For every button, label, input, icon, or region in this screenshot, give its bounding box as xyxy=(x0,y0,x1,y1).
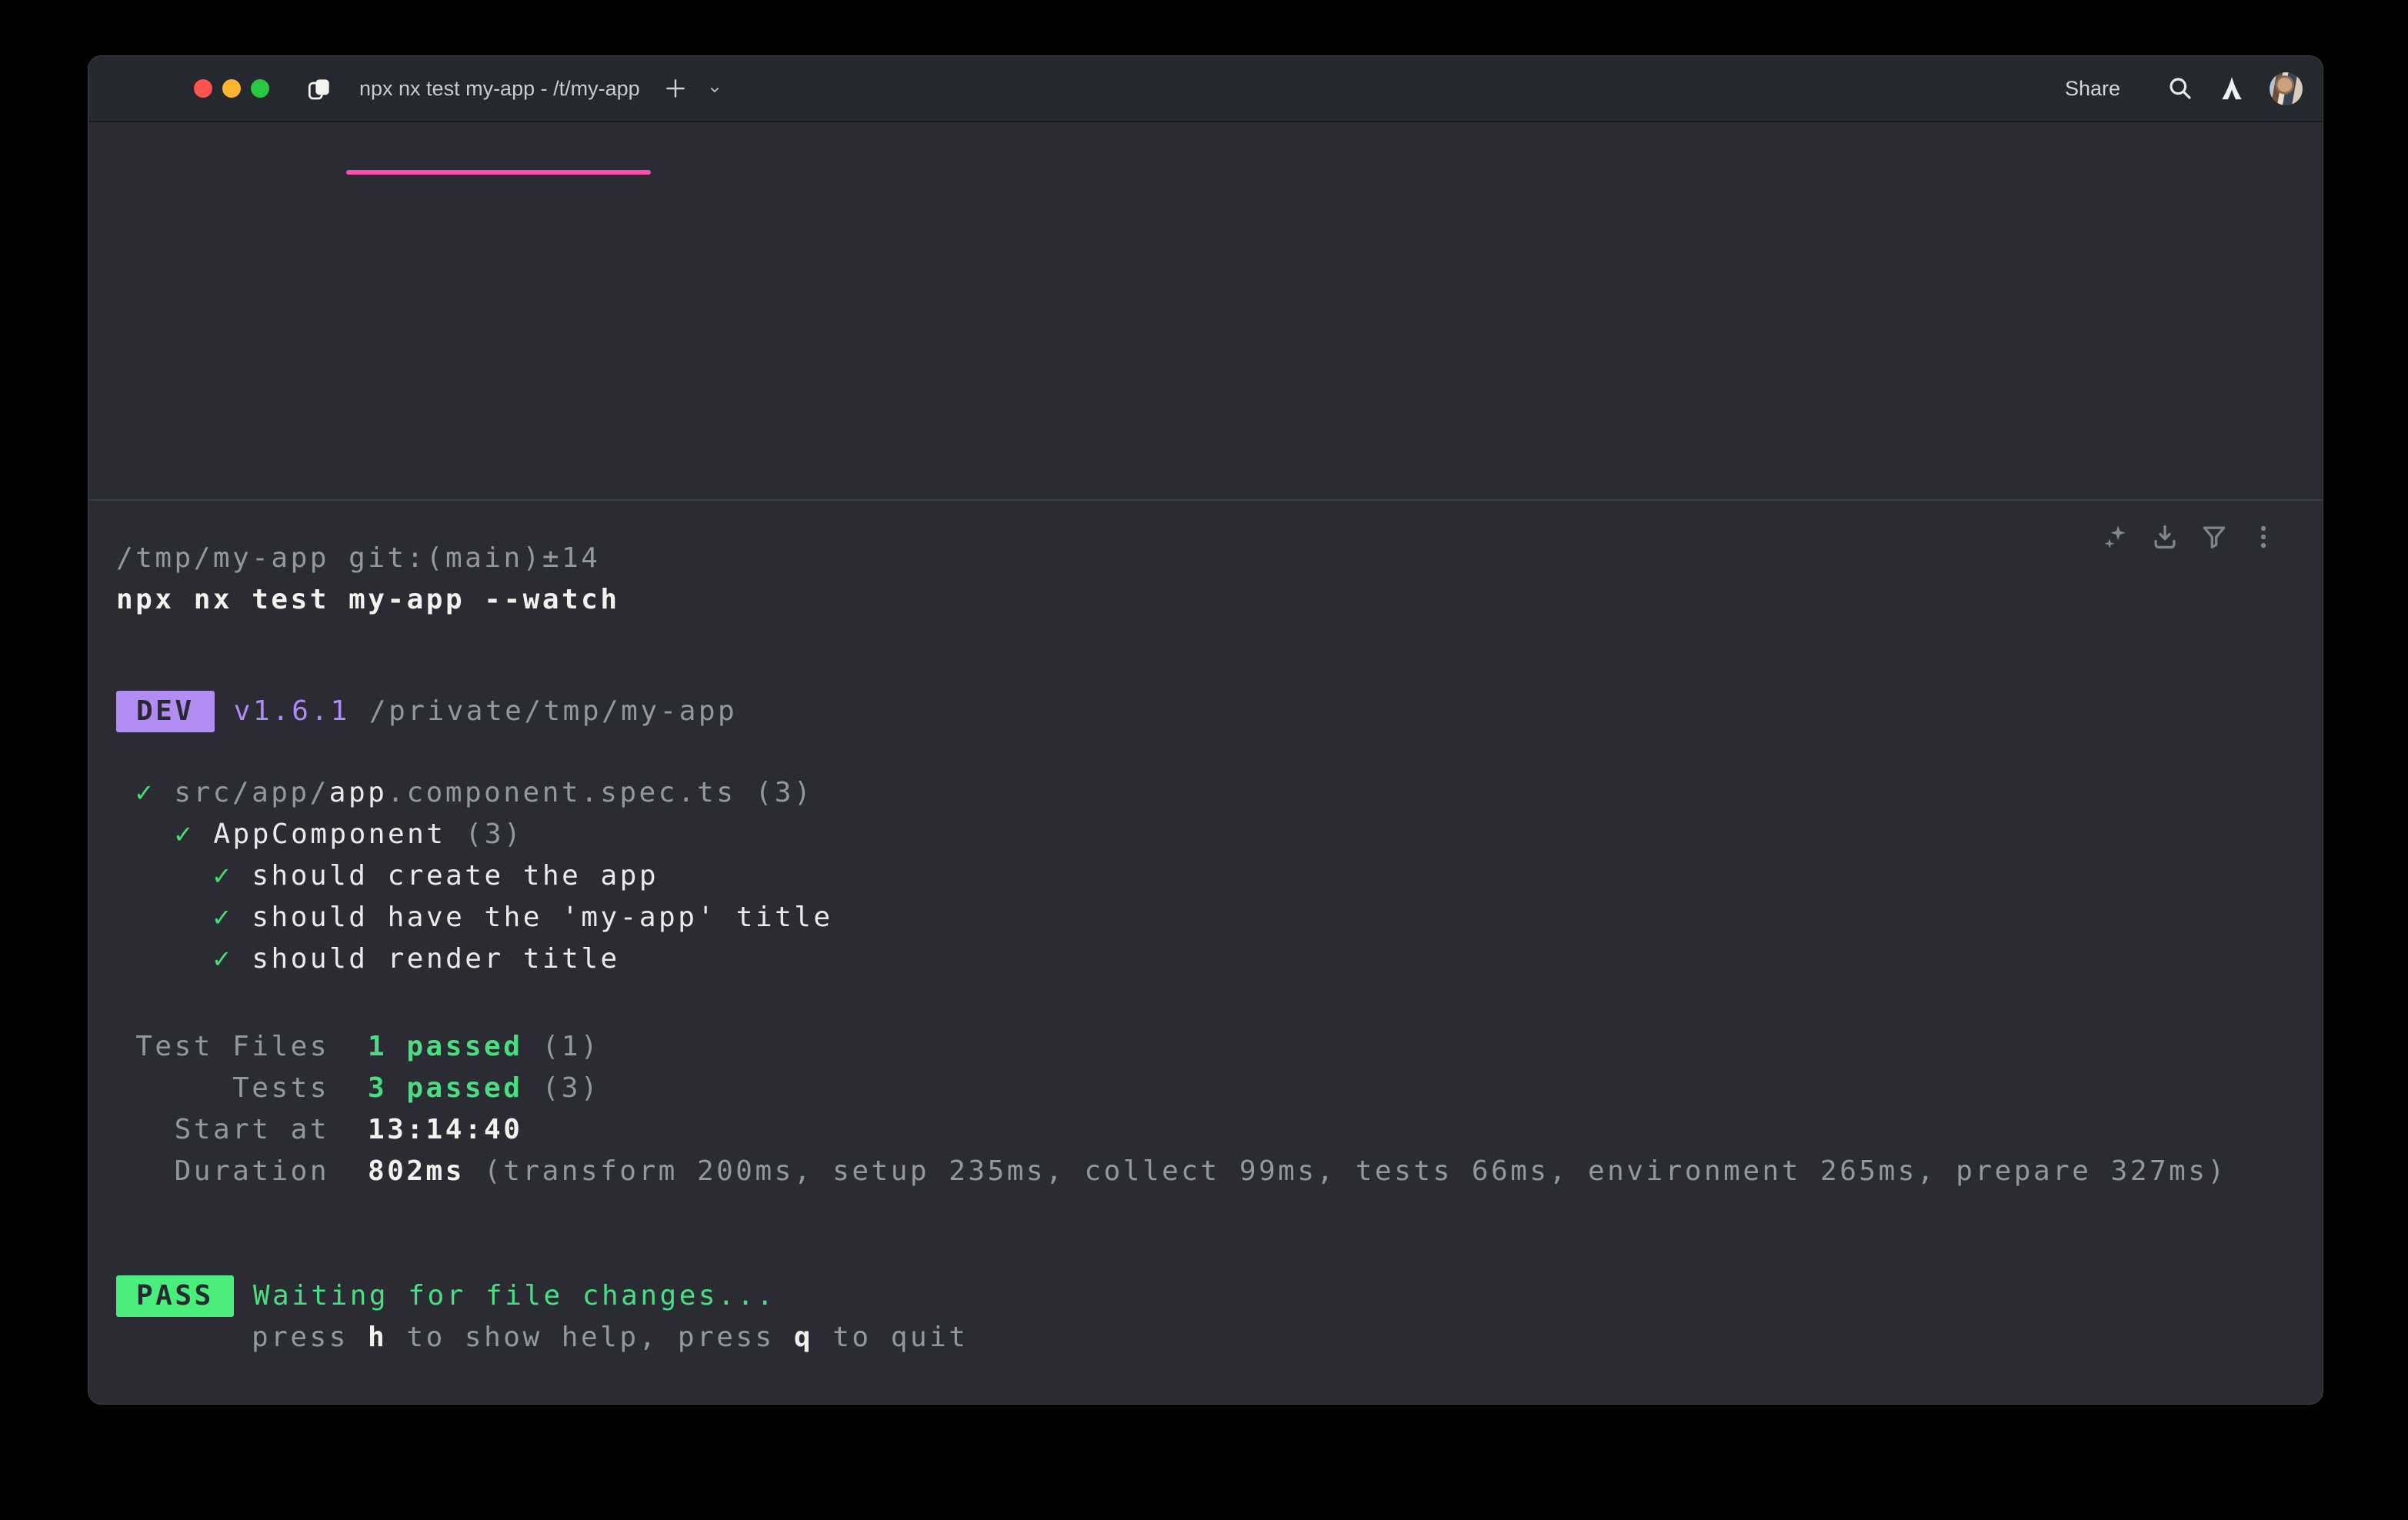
summary-label: Test Files xyxy=(116,1026,329,1068)
vitest-version: v1.6.1 xyxy=(215,695,350,727)
check-icon: ✓ xyxy=(175,818,194,850)
help-key-q: q xyxy=(794,1322,813,1353)
test-case-name: should create the app xyxy=(252,860,659,892)
summary-extra: (1) xyxy=(522,1031,600,1062)
summary-value: 1 passed xyxy=(368,1031,522,1062)
terminal-output: /tmp/my-app git:(main)±14 npx nx test my… xyxy=(88,501,2323,1358)
summary-extra: (3) xyxy=(522,1072,600,1104)
chevron-down-icon[interactable] xyxy=(707,82,722,98)
check-icon: ✓ xyxy=(213,902,232,933)
active-tab-underline xyxy=(346,170,651,175)
help-text: to show help, press xyxy=(387,1322,794,1353)
pass-line: PASS Waiting for file changes... xyxy=(116,1275,2307,1317)
search-icon[interactable] xyxy=(2166,75,2194,102)
tab-title[interactable]: npx nx test my-app - /t/my-app xyxy=(359,56,640,121)
summary-row: Start at 13:14:40 xyxy=(116,1109,2307,1151)
maximize-window-button[interactable] xyxy=(251,79,269,98)
summary-value: 13:14:40 xyxy=(368,1114,522,1145)
test-case-name: should render title xyxy=(252,943,619,975)
close-window-button[interactable] xyxy=(194,79,212,98)
warp-logo-icon[interactable] xyxy=(2219,75,2245,102)
title-bar: npx nx test my-app - /t/my-app Share xyxy=(88,56,2323,122)
summary-row: Test Files 1 passed (1) xyxy=(116,1026,2307,1068)
summary-value: 3 passed xyxy=(368,1072,522,1104)
test-case-name: should have the 'my-app' title xyxy=(252,902,832,933)
avatar[interactable] xyxy=(2270,72,2303,105)
terminal-window: npx nx test my-app - /t/my-app Share xyxy=(88,55,2323,1405)
file-path-prefix: src/app/ xyxy=(174,777,329,808)
help-text: to quit xyxy=(813,1322,968,1353)
test-case-row: ✓ should render title xyxy=(116,938,2307,980)
help-key-h: h xyxy=(368,1322,387,1353)
check-icon: ✓ xyxy=(213,943,232,975)
prompt-line: /tmp/my-app git:(main)±14 xyxy=(116,538,2307,579)
vitest-dev-line: DEV v1.6.1 /private/tmp/my-app xyxy=(116,691,2307,732)
help-text: press xyxy=(252,1322,368,1353)
file-name: app xyxy=(329,777,388,808)
summary-label: Start at xyxy=(116,1109,329,1151)
test-case-row: ✓ should have the 'my-app' title xyxy=(116,897,2307,938)
minimize-window-button[interactable] xyxy=(222,79,241,98)
traffic-lights xyxy=(194,79,269,98)
summary-label: Duration xyxy=(116,1151,329,1192)
pass-badge: PASS xyxy=(116,1275,234,1317)
test-summary: Test Files 1 passed (1) Tests 3 passed (3)… xyxy=(116,1026,2307,1192)
waiting-message: Waiting for file changes... xyxy=(234,1280,776,1312)
help-line: press h to show help, press q to quit xyxy=(116,1317,2307,1358)
summary-row: Duration 802ms (transform 200ms, setup 23… xyxy=(116,1151,2307,1192)
project-path: /private/tmp/my-app xyxy=(350,695,737,727)
pages-icon[interactable] xyxy=(307,76,332,102)
check-icon: ✓ xyxy=(213,860,232,892)
test-case-row: ✓ should create the app xyxy=(116,855,2307,897)
suite-test-count: (3) xyxy=(445,818,523,850)
dev-badge: DEV xyxy=(116,691,215,732)
summary-row: Tests 3 passed (3) xyxy=(116,1068,2307,1109)
share-button[interactable]: Share xyxy=(2065,77,2120,101)
summary-extra: (transform 200ms, setup 235ms, collect 9… xyxy=(465,1155,2227,1187)
summary-value: 802ms xyxy=(368,1155,465,1187)
command-line: npx nx test my-app --watch xyxy=(116,579,2307,621)
test-tree: ✓ src/app/app.component.spec.ts (3) ✓ Ap… xyxy=(116,772,2307,980)
watch-status: PASS Waiting for file changes... press h… xyxy=(116,1275,2307,1358)
test-file-row: ✓ src/app/app.component.spec.ts (3) xyxy=(116,772,2307,814)
new-tab-button[interactable] xyxy=(663,76,688,101)
file-test-count: (3) xyxy=(735,777,813,808)
test-suite-row: ✓ AppComponent (3) xyxy=(116,814,2307,855)
suite-name: AppComponent xyxy=(213,818,445,850)
check-icon: ✓ xyxy=(135,777,155,808)
file-path-suffix: .component.spec.ts xyxy=(387,777,735,808)
summary-label: Tests xyxy=(116,1068,329,1109)
